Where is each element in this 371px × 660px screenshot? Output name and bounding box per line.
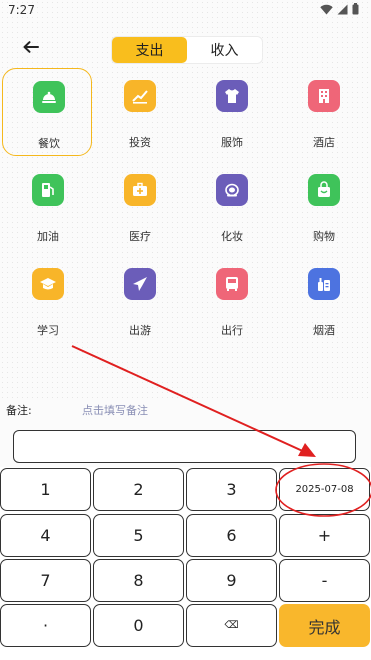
backspace-key[interactable]: ⌫ — [186, 604, 277, 647]
memo-input[interactable] — [13, 430, 356, 463]
date-key[interactable]: 2025-07-08 — [279, 468, 370, 511]
category-investment[interactable]: 投资 — [94, 68, 184, 156]
number-keypad: 1 2 3 2025-07-08 4 5 6 + 7 8 9 - · 0 ⌫ 完… — [0, 467, 371, 660]
memo-hint[interactable]: 点击填写备注 — [82, 402, 148, 418]
key-1[interactable]: 1 — [0, 468, 91, 511]
graduation-cap-icon — [32, 268, 64, 300]
category-cosmetics[interactable]: 化妆 — [186, 162, 276, 250]
key-3[interactable]: 3 — [186, 468, 277, 511]
category-transport[interactable]: 出行 — [186, 256, 276, 344]
category-food[interactable]: 餐饮 — [2, 68, 92, 156]
key-9[interactable]: 9 — [186, 559, 277, 602]
battery-icon — [352, 3, 359, 15]
tab-income[interactable]: 收入 — [187, 37, 262, 63]
key-7[interactable]: 7 — [0, 559, 91, 602]
minus-key[interactable]: - — [279, 559, 370, 602]
category-shopping[interactable]: 购物 — [278, 162, 368, 250]
status-bar: 7:27 — [0, 0, 371, 24]
type-tabs: 支出 收入 — [111, 36, 263, 64]
cosmetics-icon — [216, 174, 248, 206]
category-label: 医疗 — [129, 230, 151, 243]
category-hotel[interactable]: 酒店 — [278, 68, 368, 156]
food-cover-icon — [33, 81, 65, 113]
key-8[interactable]: 8 — [93, 559, 184, 602]
category-fuel[interactable]: 加油 — [2, 162, 92, 250]
wifi-icon — [320, 4, 333, 14]
category-label: 服饰 — [221, 136, 243, 149]
investment-chart-icon — [124, 80, 156, 112]
tshirt-icon — [216, 80, 248, 112]
tab-expense[interactable]: 支出 — [112, 37, 187, 63]
category-label: 出行 — [221, 324, 243, 337]
category-label: 购物 — [313, 230, 335, 243]
category-label: 投资 — [129, 136, 151, 149]
category-travel[interactable]: 出游 — [94, 256, 184, 344]
signal-icon — [337, 4, 348, 14]
category-label: 餐饮 — [38, 137, 60, 150]
memo-label: 备注: — [6, 404, 32, 417]
category-label: 出游 — [129, 324, 151, 337]
back-button[interactable] — [18, 36, 44, 58]
category-clothing[interactable]: 服饰 — [186, 68, 276, 156]
category-label: 加油 — [37, 230, 59, 243]
key-6[interactable]: 6 — [186, 514, 277, 557]
key-0[interactable]: 0 — [93, 604, 184, 647]
category-study[interactable]: 学习 — [2, 256, 92, 344]
category-label: 烟酒 — [313, 324, 335, 337]
key-2[interactable]: 2 — [93, 468, 184, 511]
category-label: 酒店 — [313, 136, 335, 149]
category-medical[interactable]: 医疗 — [94, 162, 184, 250]
arrow-left-icon — [23, 41, 39, 53]
status-icons — [320, 3, 359, 15]
key-4[interactable]: 4 — [0, 514, 91, 557]
plus-key[interactable]: + — [279, 514, 370, 557]
status-time: 7:27 — [8, 3, 35, 17]
category-label: 化妆 — [221, 230, 243, 243]
tobacco-wine-icon — [308, 268, 340, 300]
category-label: 学习 — [37, 324, 59, 337]
shopping-bag-icon — [308, 174, 340, 206]
dot-key[interactable]: · — [0, 604, 91, 647]
hotel-building-icon — [308, 80, 340, 112]
fuel-pump-icon — [32, 174, 64, 206]
key-5[interactable]: 5 — [93, 514, 184, 557]
medical-kit-icon — [124, 174, 156, 206]
category-tobacco-wine[interactable]: 烟酒 — [278, 256, 368, 344]
done-button[interactable]: 完成 — [279, 604, 370, 647]
airplane-icon — [124, 268, 156, 300]
bus-icon — [216, 268, 248, 300]
